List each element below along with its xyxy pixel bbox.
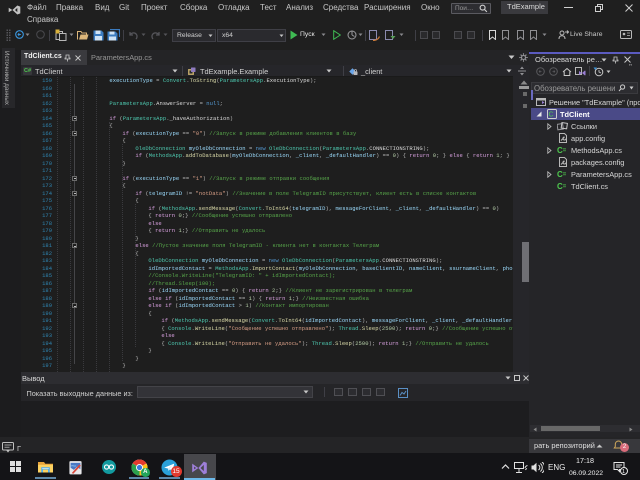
svg-text:C: C bbox=[549, 112, 554, 119]
